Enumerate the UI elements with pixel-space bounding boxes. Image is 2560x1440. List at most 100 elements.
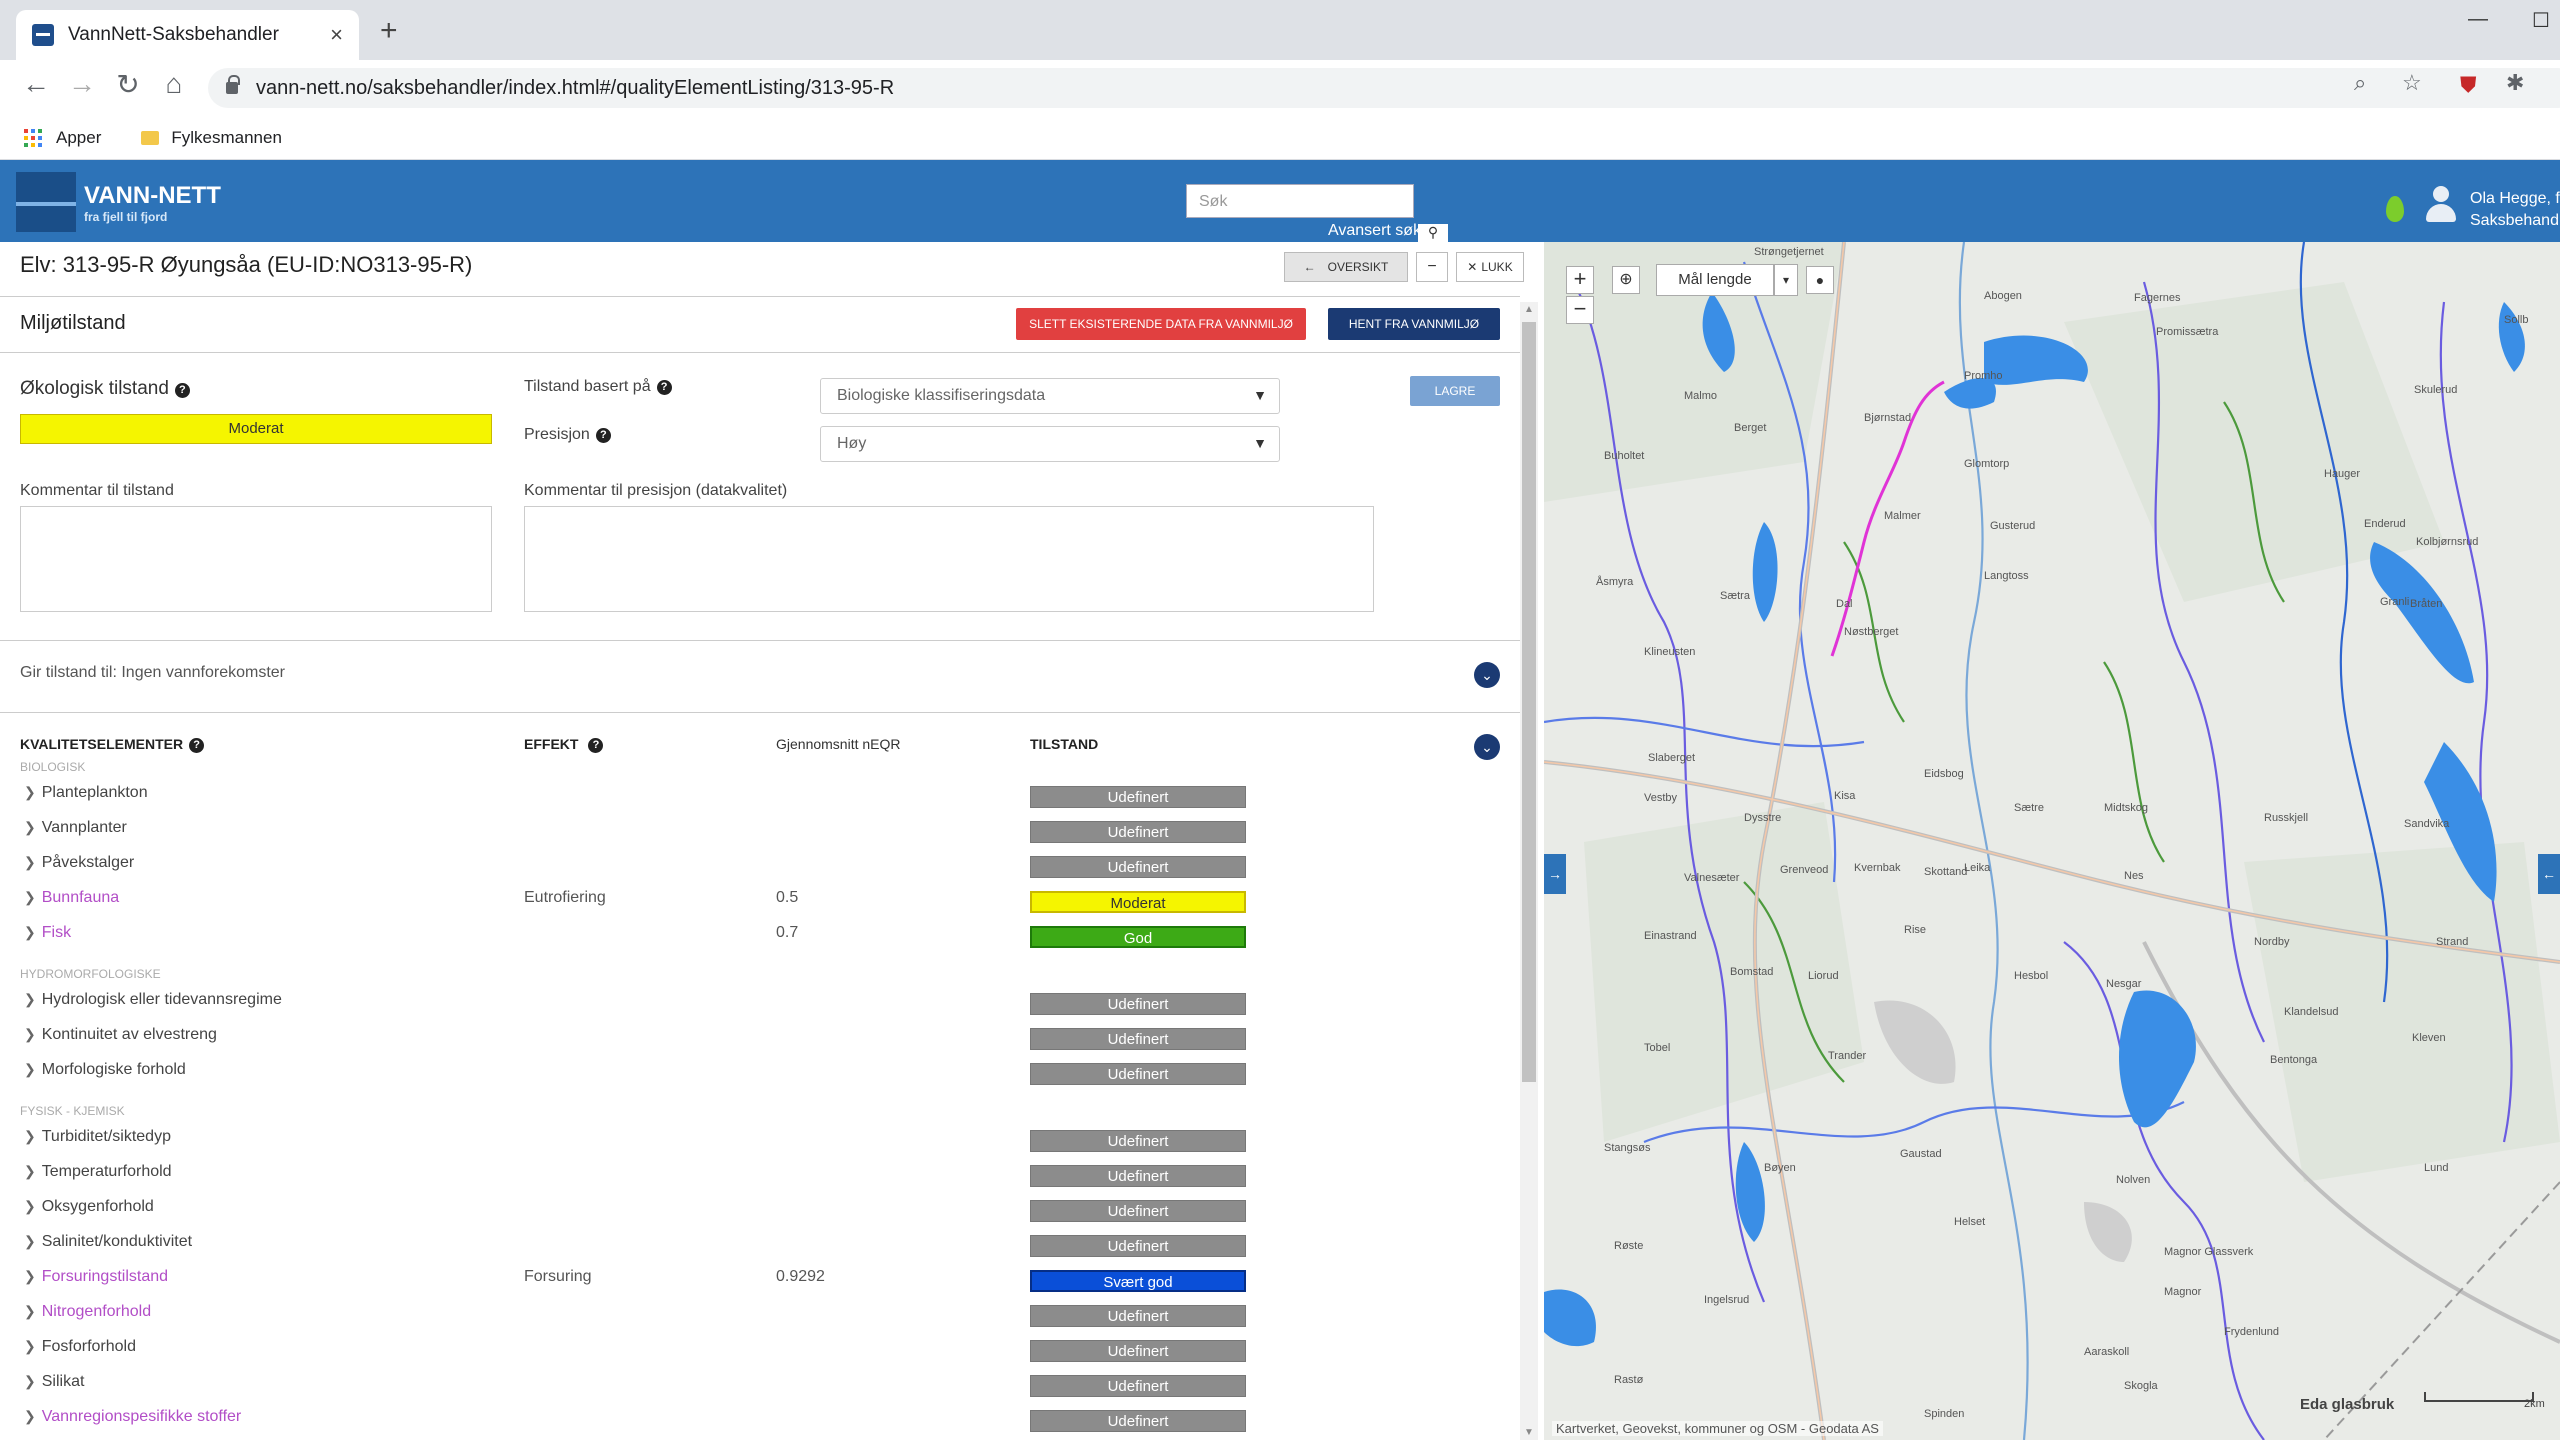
state-badge[interactable]: Moderat [1030, 891, 1246, 913]
quality-element-name[interactable]: Nitrogenforhold [42, 1303, 151, 1320]
state-badge[interactable]: Udefinert [1030, 1410, 1246, 1432]
help-icon[interactable]: ? [174, 383, 190, 398]
user-name[interactable]: Ola Hegge, f Saksbehandl [2470, 188, 2560, 232]
quality-element-row[interactable]: ❯ Temperaturforhold [24, 1163, 172, 1181]
quality-element-row[interactable]: ❯ Påvekstalger [24, 854, 134, 872]
fetch-vannmiljo-button[interactable]: HENT FRA VANNMILJØ [1328, 308, 1500, 340]
state-badge[interactable]: Udefinert [1030, 821, 1246, 843]
map-expand-right-icon[interactable]: ← [2538, 854, 2560, 894]
apps-grid-icon[interactable] [24, 128, 42, 147]
tab-close-icon[interactable]: × [330, 22, 343, 48]
chevron-right-icon[interactable]: ❯ [24, 991, 36, 1007]
reload-icon[interactable]: ↻ [108, 68, 148, 101]
extension-shield-icon[interactable]: ⛊ [2460, 72, 2477, 98]
delete-vannmiljo-button[interactable]: SLETT EKSISTERENDE DATA FRA VANNMILJØ [1016, 308, 1306, 340]
chevron-right-icon[interactable]: ❯ [24, 1233, 36, 1249]
comment-precision-textarea[interactable] [524, 506, 1374, 612]
chevron-right-icon[interactable]: ❯ [24, 889, 36, 905]
panel-scrollbar[interactable]: ▲ ▼ [1520, 302, 1538, 1440]
quality-element-name[interactable]: Forsuringstilstand [42, 1268, 168, 1285]
chevron-right-icon[interactable]: ❯ [24, 1163, 36, 1179]
forward-icon[interactable]: → [62, 68, 102, 100]
quality-element-row[interactable]: ❯ Hydrologisk eller tidevannsregime [24, 991, 282, 1009]
user-avatar-icon[interactable] [2424, 186, 2458, 224]
quality-element-row[interactable]: ❯ Turbiditet/siktedyp [24, 1128, 171, 1146]
zoom-in-icon[interactable]: + [1566, 266, 1594, 294]
quality-element-row[interactable]: ❯ Fisk [24, 924, 71, 942]
back-icon[interactable]: ← [16, 68, 56, 100]
bookmark-star-icon[interactable]: ☆ [2402, 70, 2422, 96]
chevron-right-icon[interactable]: ❯ [24, 1198, 36, 1214]
search-input[interactable]: Søk [1186, 184, 1414, 218]
map-view[interactable]: Strøngetjernet Abogen Fagernes Sollb Promiss… [1544, 242, 2560, 1440]
new-tab-icon[interactable]: + [380, 14, 398, 48]
quality-element-row[interactable]: ❯ Morfologiske forhold [24, 1061, 186, 1079]
maximize-icon[interactable]: ☐ [2532, 8, 2550, 33]
scrollbar-thumb[interactable] [1522, 322, 1536, 1082]
state-badge[interactable]: God [1030, 926, 1246, 948]
close-button[interactable]: ✕ LUKK [1456, 252, 1524, 282]
state-badge[interactable]: Svært god [1030, 1270, 1246, 1292]
state-badge[interactable]: Udefinert [1030, 1305, 1246, 1327]
quality-element-row[interactable]: ❯ Silikat [24, 1373, 84, 1391]
quality-element-row[interactable]: ❯ Vannregionspesifikke stoffer [24, 1408, 241, 1426]
collapse-chevron-icon[interactable]: ⌄ [1474, 734, 1500, 760]
quality-element-name[interactable]: Bunnfauna [42, 889, 119, 906]
address-bar[interactable]: vann-nett.no/saksbehandler/index.html#/q… [208, 68, 2560, 108]
state-badge[interactable]: Udefinert [1030, 856, 1246, 878]
state-badge[interactable]: Udefinert [1030, 786, 1246, 808]
chevron-right-icon[interactable]: ❯ [24, 1338, 36, 1354]
quality-element-row[interactable]: ❯ Nitrogenforhold [24, 1303, 151, 1321]
state-badge[interactable]: Udefinert [1030, 1375, 1246, 1397]
quality-element-row[interactable]: ❯ Bunnfauna [24, 889, 119, 907]
basis-select[interactable]: Biologiske klassifiseringsdata ▼ [820, 378, 1280, 414]
comment-state-textarea[interactable] [20, 506, 492, 612]
zoom-icon[interactable]: ⌕ [2354, 70, 2366, 96]
precision-select[interactable]: Høy ▼ [820, 426, 1280, 462]
help-icon[interactable]: ? [588, 738, 604, 753]
expand-chevron-icon[interactable]: ⌄ [1474, 662, 1500, 688]
state-badge[interactable]: Udefinert [1030, 1165, 1246, 1187]
state-badge[interactable]: Udefinert [1030, 1200, 1246, 1222]
state-badge[interactable]: Udefinert [1030, 993, 1246, 1015]
quality-element-name[interactable]: Fisk [42, 924, 71, 941]
zoom-extent-icon[interactable]: ⊕ [1612, 266, 1640, 294]
chevron-right-icon[interactable]: ❯ [24, 924, 36, 940]
state-badge[interactable]: Udefinert [1030, 1063, 1246, 1085]
overview-button[interactable]: ← OVERSIKT [1284, 252, 1408, 282]
chevron-right-icon[interactable]: ❯ [24, 1408, 36, 1424]
measure-dropdown-icon[interactable]: ▾ [1774, 264, 1798, 296]
chevron-right-icon[interactable]: ❯ [24, 854, 36, 870]
state-badge[interactable]: Udefinert [1030, 1340, 1246, 1362]
extensions-puzzle-icon[interactable]: ✱ [2506, 70, 2524, 96]
bookmark-fylkesmannen[interactable]: Fylkesmannen [171, 128, 282, 148]
state-badge[interactable]: Udefinert [1030, 1130, 1246, 1152]
chevron-right-icon[interactable]: ❯ [24, 1303, 36, 1319]
state-badge[interactable]: Udefinert [1030, 1235, 1246, 1257]
help-icon[interactable]: ? [189, 738, 205, 753]
quality-element-row[interactable]: ❯ Oksygenforhold [24, 1198, 154, 1216]
quality-element-row[interactable]: ❯ Fosforforhold [24, 1338, 136, 1356]
map-expand-left-icon[interactable]: → [1544, 854, 1566, 894]
vann-nett-logo[interactable] [16, 172, 76, 232]
quality-element-row[interactable]: ❯ Vannplanter [24, 819, 127, 837]
chevron-right-icon[interactable]: ❯ [24, 819, 36, 835]
chevron-right-icon[interactable]: ❯ [24, 1026, 36, 1042]
measure-length-button[interactable]: Mål lengde [1656, 264, 1774, 296]
scroll-down-icon[interactable]: ▼ [1524, 1427, 1534, 1438]
save-button[interactable]: LAGRE [1410, 376, 1500, 406]
quality-element-row[interactable]: ❯ Kontinuitet av elvestreng [24, 1026, 217, 1044]
chevron-right-icon[interactable]: ❯ [24, 1128, 36, 1144]
browser-tab[interactable]: VannNett-Saksbehandler × [16, 10, 359, 60]
scroll-up-icon[interactable]: ▲ [1524, 304, 1534, 315]
quality-element-row[interactable]: ❯ Salinitet/konduktivitet [24, 1233, 192, 1251]
minimize-icon[interactable]: — [2468, 8, 2488, 31]
advanced-search-link[interactable]: Avansert søk [1328, 222, 1421, 240]
quality-element-name[interactable]: Vannregionspesifikke stoffer [42, 1408, 242, 1425]
chevron-right-icon[interactable]: ❯ [24, 1061, 36, 1077]
chevron-right-icon[interactable]: ❯ [24, 1373, 36, 1389]
quality-element-row[interactable]: ❯ Planteplankton [24, 784, 148, 802]
eco-state-value[interactable]: Moderat [20, 414, 492, 444]
water-drop-icon[interactable] [2386, 196, 2404, 222]
zoom-out-icon[interactable]: − [1566, 296, 1594, 324]
